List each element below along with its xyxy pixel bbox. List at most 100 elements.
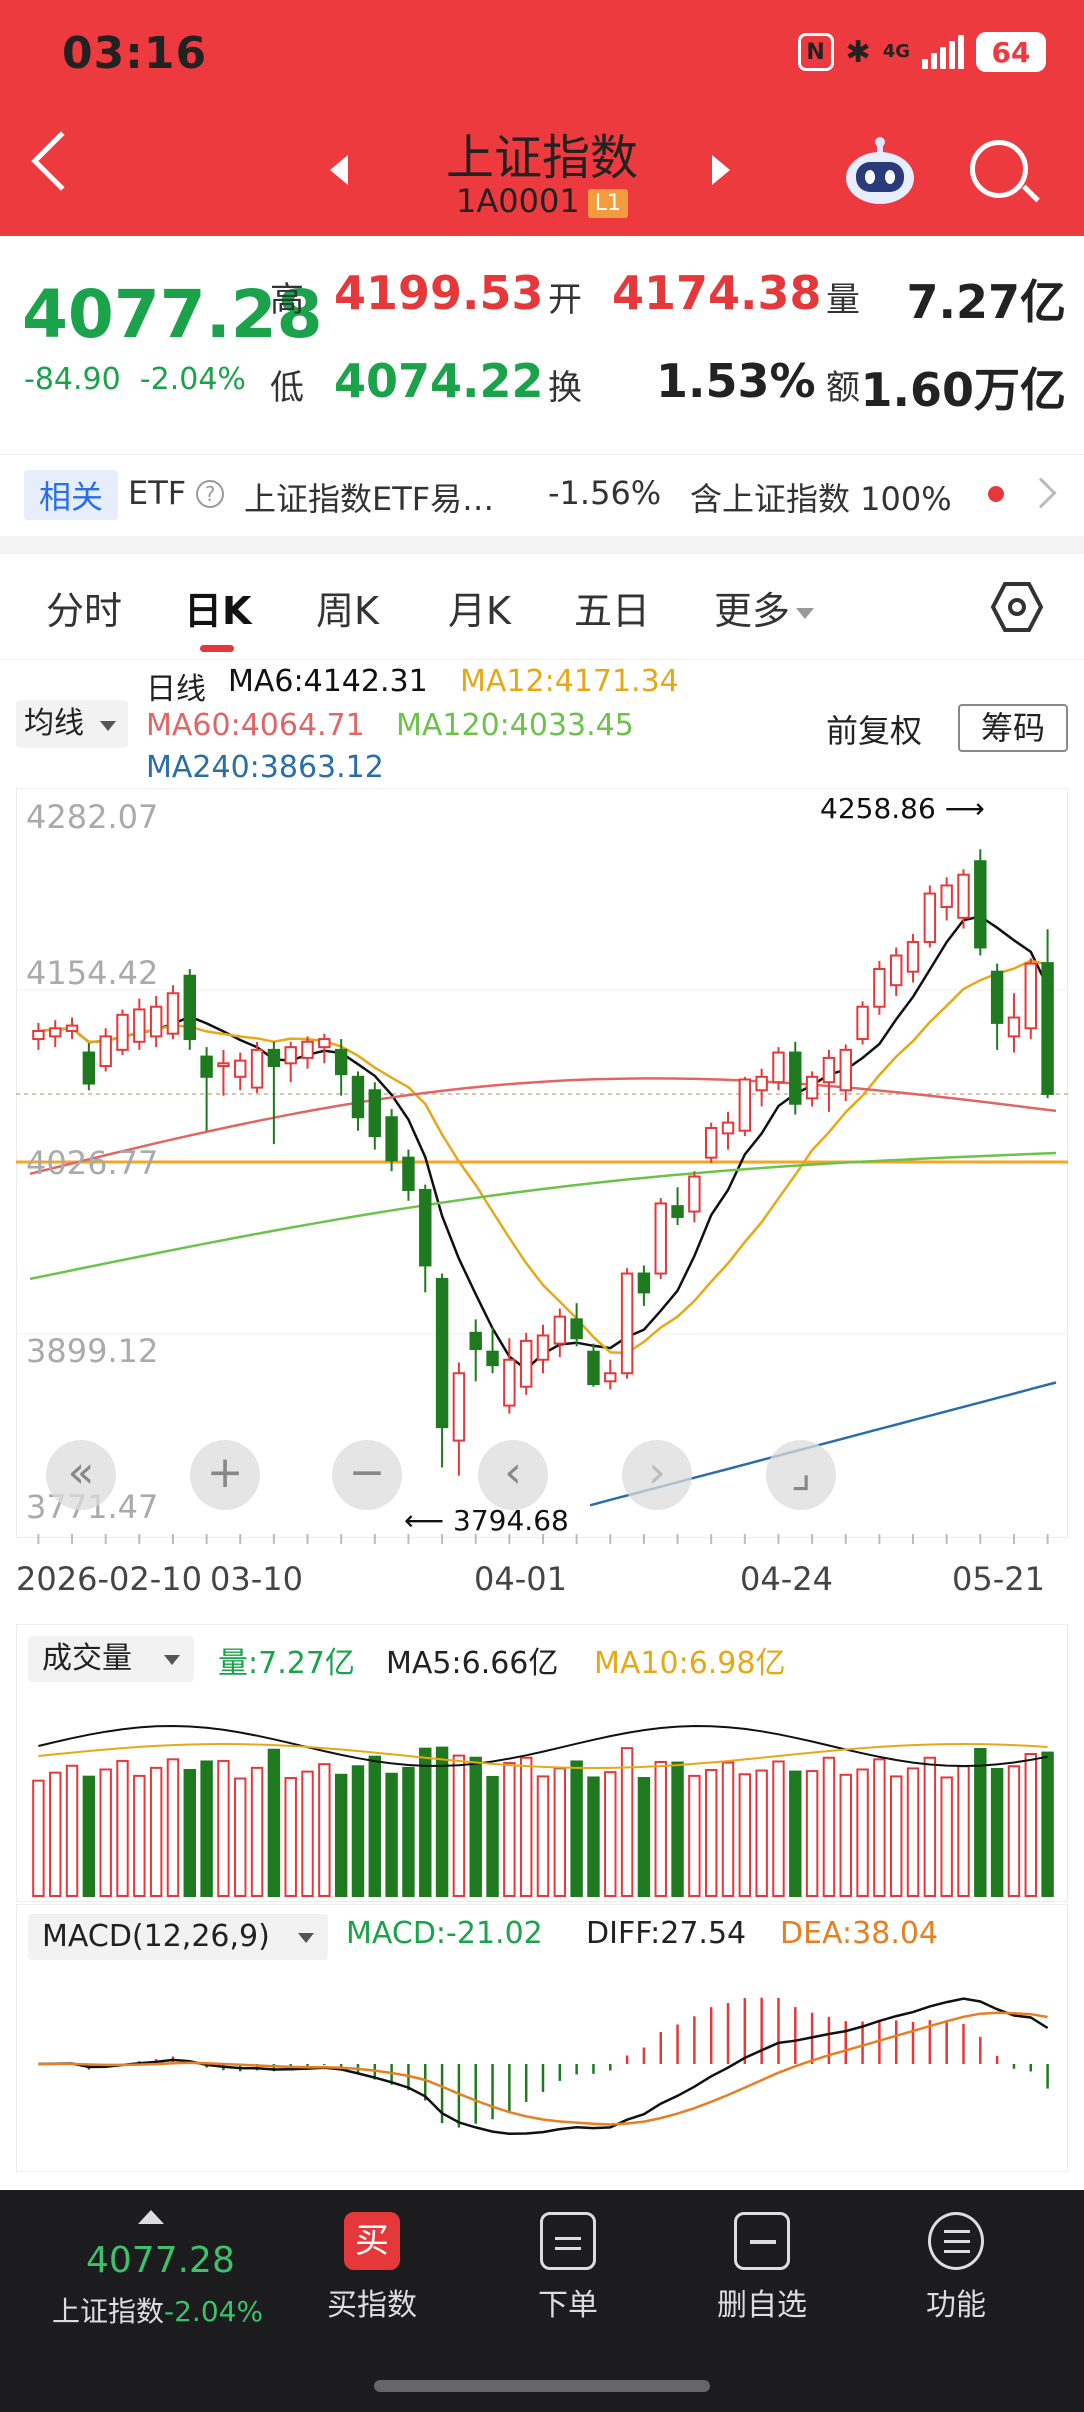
volume-ma5: MA5:6.66亿 xyxy=(386,1646,559,1681)
etf-name[interactable]: 上证指数ETF易… xyxy=(244,474,494,520)
x-date-label: 04-24 xyxy=(740,1560,833,1598)
y-tick-label: 3899.12 xyxy=(26,1332,159,1370)
turnover-value: 1.53% xyxy=(656,354,816,408)
high-label: 高 xyxy=(270,280,304,320)
status-time: 03:16 xyxy=(62,28,208,79)
chips-button[interactable]: 筹码 xyxy=(958,704,1068,752)
buy-index-label: 买指数 xyxy=(327,2288,417,2323)
functions-label: 功能 xyxy=(926,2288,986,2323)
settings-hex-icon[interactable] xyxy=(990,580,1044,634)
stock-code-line: 1A0001 L1 xyxy=(0,182,1084,220)
related-tag: 相关 xyxy=(24,470,118,520)
volume-dropdown[interactable]: 成交量 xyxy=(28,1636,194,1682)
order-button[interactable]: 下单 xyxy=(498,2212,638,2324)
open-label: 开 xyxy=(548,280,582,320)
signal-icon xyxy=(922,35,964,69)
remove-watchlist-button[interactable]: 删自选 xyxy=(692,2212,832,2324)
macd-value: MACD:-21.02 xyxy=(346,1916,543,1951)
price-change: -84.90 -2.04% xyxy=(24,362,246,397)
document-icon xyxy=(540,2212,596,2270)
network-label: 4G xyxy=(882,41,910,62)
etf-label: ETF xyxy=(128,474,187,512)
change-value: -84.90 xyxy=(24,362,121,397)
amount-value: 1.60万亿 xyxy=(860,363,1067,417)
macd-dea: DEA:38.04 xyxy=(780,1916,939,1951)
ma240-value: MA240:3863.12 xyxy=(146,750,384,785)
tab-monthly-k[interactable]: 月K xyxy=(448,580,511,635)
caret-down-icon xyxy=(796,608,815,619)
expand-up-icon[interactable] xyxy=(138,2210,164,2224)
period-tabs xyxy=(0,556,1084,660)
y-tick-label: 4154.42 xyxy=(26,954,159,992)
bottom-price: 4077.28 xyxy=(86,2240,235,2281)
max-annotation: 4258.86 ⟶ xyxy=(820,792,985,825)
battery-icon: 64 xyxy=(976,32,1046,72)
volume-label: 量 xyxy=(826,280,860,320)
volume-value: 7.27亿 xyxy=(906,275,1067,329)
functions-button[interactable]: 功能 xyxy=(886,2212,1026,2324)
tab-intraday[interactable]: 分时 xyxy=(46,580,122,635)
macd-dropdown[interactable]: MACD(12,26,9) xyxy=(28,1914,328,1960)
open-value: 4174.38 xyxy=(612,266,822,320)
minus-square-icon xyxy=(734,2212,790,2270)
scroll-right-button[interactable]: › xyxy=(622,1440,692,1510)
scroll-to-start-button[interactable]: « xyxy=(46,1440,116,1510)
stock-code: 1A0001 xyxy=(456,182,580,220)
x-date-label: 03-10 xyxy=(210,1560,303,1598)
home-indicator[interactable] xyxy=(374,2380,710,2392)
buy-index-button[interactable]: 买 买指数 xyxy=(302,2212,442,2324)
bottom-name: 上证指数 xyxy=(52,2295,165,2328)
section-divider xyxy=(0,536,1084,554)
y-tick-label: 4282.07 xyxy=(26,798,159,836)
zoom-out-button[interactable]: − xyxy=(332,1440,402,1510)
bottom-name-line: 上证指数-2.04% xyxy=(52,2290,263,2330)
y-tick-label: 4026.77 xyxy=(26,1144,159,1182)
ma60-value: MA60:4064.71 xyxy=(146,708,365,743)
volume-ma10: MA10:6.98亿 xyxy=(594,1646,786,1681)
level-badge: L1 xyxy=(587,188,628,218)
turnover-label: 换 xyxy=(548,368,582,408)
low-label: 低 xyxy=(270,368,304,408)
volume-value: 量:7.27亿 xyxy=(218,1646,355,1681)
kline-chart-frame[interactable] xyxy=(16,788,1068,1538)
active-tab-indicator xyxy=(200,645,234,652)
order-label: 下单 xyxy=(538,2288,598,2323)
tab-five-day[interactable]: 五日 xyxy=(574,580,650,635)
macd-diff: DIFF:27.54 xyxy=(586,1916,747,1951)
ma120-value: MA120:4033.45 xyxy=(396,708,634,743)
bottom-pct: -2.04% xyxy=(164,2295,264,2328)
robot-assistant-icon[interactable] xyxy=(842,134,918,206)
scroll-left-button[interactable]: ‹ xyxy=(478,1440,548,1510)
ma6-value: MA6:4142.31 xyxy=(228,664,428,699)
nfc-icon: N xyxy=(797,33,834,71)
min-annotation: ⟵ 3794.68 xyxy=(404,1504,569,1537)
help-icon[interactable]: ? xyxy=(196,480,224,508)
tab-more[interactable]: 更多 xyxy=(714,580,815,635)
tab-daily-k[interactable]: 日K xyxy=(184,580,251,635)
reset-zoom-button[interactable]: ⌟ xyxy=(766,1440,836,1510)
buy-icon: 买 xyxy=(344,2212,400,2270)
etf-holding: 含上证指数 100% xyxy=(690,480,952,518)
ma-dropdown[interactable]: 均线 xyxy=(16,700,128,748)
bluetooth-icon: ✱ xyxy=(845,34,871,70)
status-icons: N ✱ 4G 64 xyxy=(797,32,1046,72)
adjust-mode[interactable]: 前复权 xyxy=(826,706,922,752)
remove-watchlist-label: 删自选 xyxy=(717,2288,807,2323)
etf-change: -1.56% xyxy=(548,474,662,512)
change-pct: -2.04% xyxy=(139,362,246,397)
notice-dot xyxy=(988,486,1004,502)
high-value: 4199.53 xyxy=(334,266,544,320)
x-date-label: 2026-02-10 xyxy=(16,1560,202,1598)
tab-more-label: 更多 xyxy=(714,589,791,633)
amount-label: 额 xyxy=(826,368,860,408)
page-title: 上证指数 xyxy=(445,130,638,186)
search-icon[interactable] xyxy=(970,140,1028,198)
ma12-value: MA12:4171.34 xyxy=(460,664,679,699)
low-value: 4074.22 xyxy=(334,354,544,408)
x-date-label: 04-01 xyxy=(474,1560,567,1598)
ma-period: 日线 xyxy=(146,672,206,707)
tab-weekly-k[interactable]: 周K xyxy=(316,580,379,635)
menu-circle-icon xyxy=(928,2212,984,2270)
zoom-in-button[interactable]: + xyxy=(190,1440,260,1510)
x-date-label: 05-21 xyxy=(952,1560,1045,1598)
